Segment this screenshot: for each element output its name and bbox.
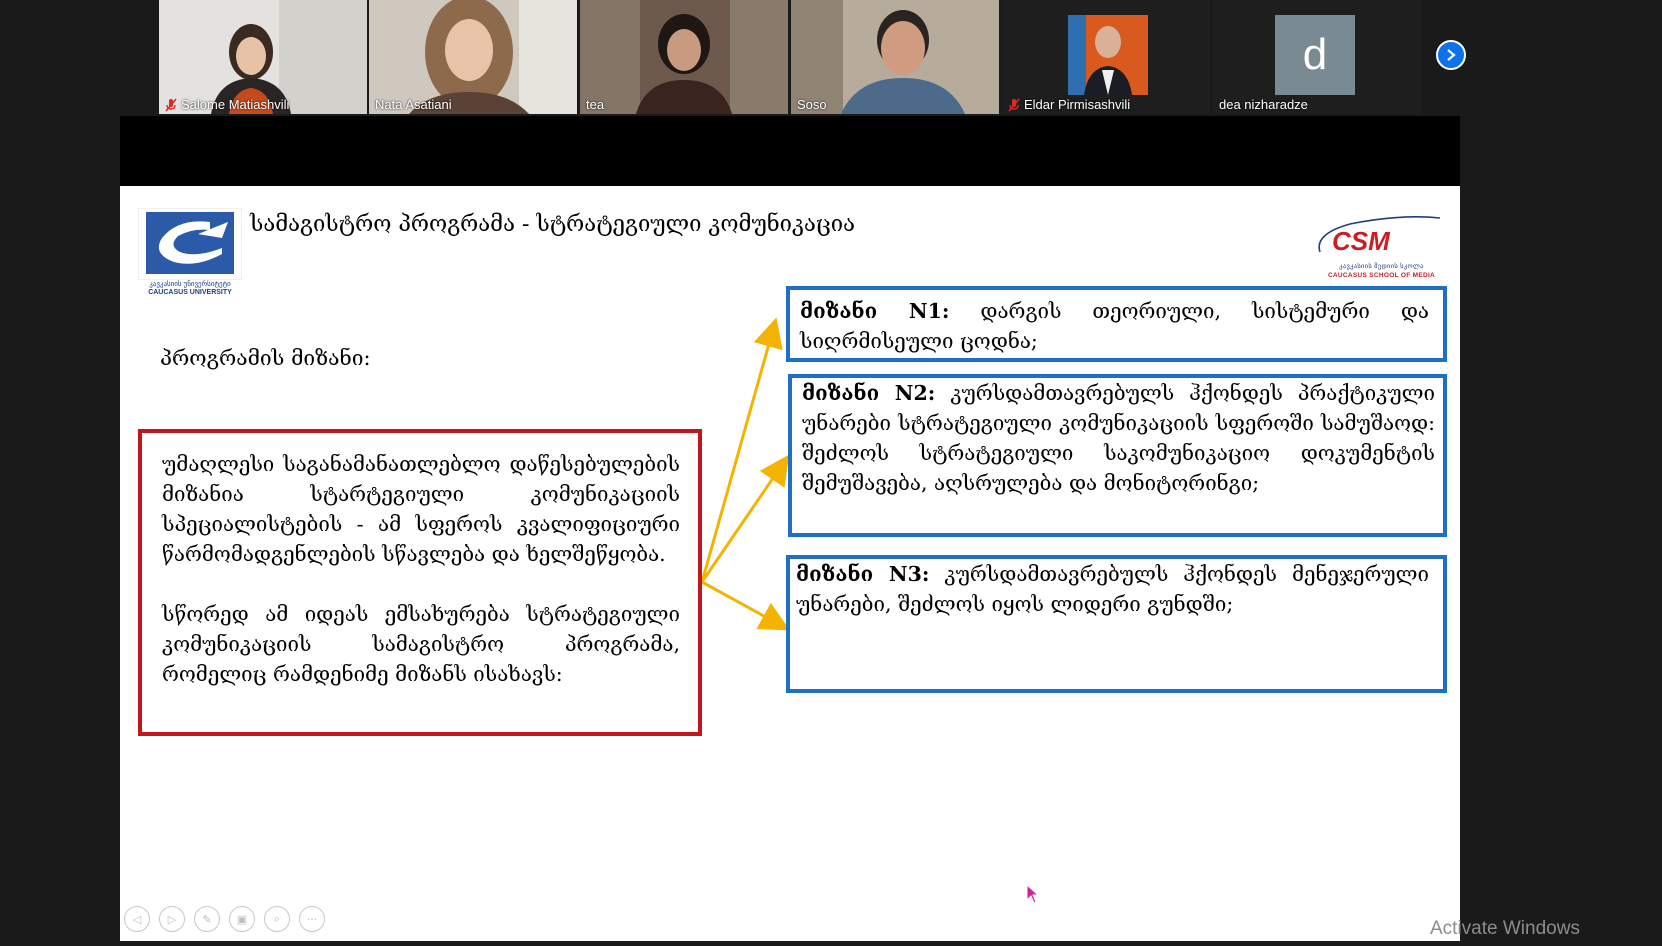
program-goal-paragraph-2: სწორედ ამ იდეას ემსახურება სტრატეგიული კ…	[162, 602, 680, 686]
more-icon[interactable]: ···	[299, 906, 325, 932]
prev-icon[interactable]: ◁	[124, 906, 150, 932]
participant-name: Eldar Pirmisashvili	[1008, 97, 1130, 112]
arrow-to-goal-1	[700, 317, 783, 583]
chevron-right-icon	[1447, 49, 1456, 61]
program-goal-box: უმაღლესი საგანამანათლებლო დაწესებულების …	[138, 429, 702, 736]
participant-tile[interactable]: tea	[580, 0, 788, 114]
participant-tile[interactable]: Nata Asatiani	[369, 0, 577, 114]
slides-icon[interactable]: ▣	[229, 906, 255, 932]
participant-video	[580, 0, 788, 114]
participant-tile[interactable]: Eldar Pirmisashvili	[1002, 0, 1210, 114]
presentation-slide: კავკასიის უნივერსიტეტი CAUCASUS UNIVERSI…	[120, 186, 1460, 941]
participant-name: Soso	[797, 97, 827, 112]
arrow-to-goal-2	[700, 454, 790, 583]
next-participants-button[interactable]	[1436, 40, 1466, 70]
shared-screen-letterbox	[120, 116, 1460, 186]
mic-muted-icon	[165, 97, 177, 112]
next-icon[interactable]: ▷	[159, 906, 185, 932]
goal-2-label: მიზანი N2:	[802, 381, 936, 405]
participant-tile[interactable]: d dea nizharadze	[1213, 0, 1421, 114]
pen-icon[interactable]: ✎	[194, 906, 220, 932]
participant-letter-avatar: d	[1275, 15, 1355, 95]
participant-tile[interactable]: Salome Matiashvili	[159, 0, 367, 114]
participant-tile[interactable]: Soso	[791, 0, 999, 114]
activate-windows-watermark: Activate Windows	[1430, 918, 1580, 939]
participant-strip: Salome Matiashvili Nata Asatiani tea Sos…	[0, 0, 1662, 116]
goal-box-2: მიზანი N2: კურსდამთავრებულს ჰქონდეს პრაქ…	[788, 374, 1447, 537]
slide-toolbar: ◁ ▷ ✎ ▣ ⌕ ···	[124, 906, 325, 932]
participant-name: Nata Asatiani	[375, 97, 452, 112]
program-goal-paragraph-1: უმაღლესი საგანამანათლებლო დაწესებულების …	[162, 452, 680, 566]
mouse-cursor-icon	[1026, 884, 1040, 904]
goal-3-label: მიზანი N3:	[796, 562, 930, 586]
mic-muted-icon	[1008, 97, 1020, 112]
participant-name: tea	[586, 97, 605, 112]
zoom-icon[interactable]: ⌕	[264, 906, 290, 932]
participant-name: dea nizharadze	[1219, 97, 1308, 112]
arrow-to-goal-3	[701, 580, 790, 631]
goal-box-1: მიზანი N1: დარგის თეორიული, სისტემური და…	[786, 286, 1447, 362]
participant-name: Salome Matiashvili	[165, 97, 289, 112]
goal-1-label: მიზანი N1:	[800, 299, 950, 323]
goal-box-3: მიზანი N3: კურსდამთავრებულს ჰქონდეს მენე…	[786, 555, 1447, 693]
